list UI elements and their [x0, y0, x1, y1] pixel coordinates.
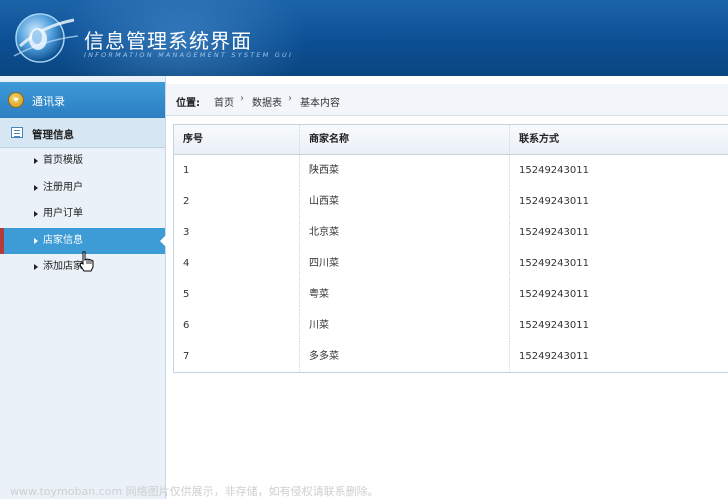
section-label: 管理信息: [32, 129, 74, 141]
cell-contact: 15249243011: [519, 289, 589, 300]
column-header-contact[interactable]: 联系方式: [510, 125, 728, 154]
cell-store-name: 北京菜: [300, 217, 510, 248]
caret-right-icon: [34, 184, 38, 191]
cell-index: 2: [174, 186, 300, 217]
sidebar-contacts-header[interactable]: 通讯录: [0, 82, 165, 118]
watermark-text: www.toymoban.com 网络图片仅供展示，非存储，如有侵权请联系删除。: [10, 485, 379, 498]
cell-index: 4: [174, 248, 300, 279]
table-row[interactable]: 1 陕西菜 15249243011: [174, 155, 728, 186]
cell-store-name: 川菜: [300, 310, 510, 341]
column-header-store-name[interactable]: 商家名称: [300, 125, 510, 154]
sidebar-item-label: 添加店家: [43, 261, 83, 272]
cell-contact: 15249243011: [519, 196, 589, 207]
cell-contact: 15249243011: [519, 320, 589, 331]
breadcrumb: 位置: 首页 › 数据表 › 基本内容: [166, 84, 728, 116]
cell-index: 1: [174, 155, 300, 186]
cell-store-name: 四川菜: [300, 248, 510, 279]
caret-right-icon: [34, 264, 38, 270]
sidebar-item-label: 店家信息: [43, 234, 83, 246]
cell-contact: 15249243011: [519, 165, 589, 176]
table-header-row: 序号 商家名称 联系方式: [174, 125, 728, 155]
sidebar-item-user-orders[interactable]: 用户订单: [0, 201, 165, 228]
cell-store-name: 多多菜: [300, 341, 510, 372]
table-row[interactable]: 7 多多菜 15249243011: [174, 341, 728, 372]
cell-index: 3: [174, 217, 300, 248]
breadcrumb-separator-icon: ›: [288, 93, 292, 104]
table-body: 1 陕西菜 15249243011 2 山西菜 15249243011 3 北京…: [174, 155, 728, 372]
cell-index: 5: [174, 279, 300, 310]
chevron-down-circle-icon: [8, 92, 24, 108]
app-title: 信息管理系统界面: [84, 29, 252, 53]
sidebar-item-label: 首页模版: [43, 155, 83, 166]
cell-store-name: 陕西菜: [300, 155, 510, 186]
breadcrumb-position-label: 位置:: [176, 98, 200, 109]
table-row[interactable]: 5 粤菜 15249243011: [174, 279, 728, 310]
column-header-index[interactable]: 序号: [174, 125, 300, 154]
hand-cursor-icon: [79, 251, 94, 272]
data-table: 序号 商家名称 联系方式 1 陕西菜 15249243011 2 山西菜 152…: [173, 124, 728, 373]
cell-contact: 15249243011: [519, 227, 589, 238]
cell-contact: 15249243011: [519, 351, 589, 362]
breadcrumb-datatable-link[interactable]: 数据表: [252, 94, 282, 109]
contacts-label: 通讯录: [32, 95, 65, 108]
cell-index: 6: [174, 310, 300, 341]
globe-logo-icon: [13, 13, 79, 63]
sidebar-section-header[interactable]: 管理信息: [0, 118, 165, 148]
sidebar-item-label: 注册用户: [43, 181, 83, 193]
sidebar-item-label: 用户订单: [43, 208, 83, 219]
cell-contact: 15249243011: [519, 258, 589, 269]
app-header: 信息管理系统界面 INFORMATION MANAGEMENT SYSTEM G…: [0, 0, 728, 76]
breadcrumb-separator-icon: ›: [240, 93, 244, 104]
caret-right-icon: [34, 211, 38, 217]
caret-right-icon: [34, 158, 38, 164]
breadcrumb-current: 基本内容: [300, 98, 340, 109]
caret-right-icon: [34, 237, 38, 244]
app-subtitle: INFORMATION MANAGEMENT SYSTEM GUI: [84, 51, 294, 59]
sidebar: 通讯录 管理信息 首页模版 注册用户 用户订单 店家信息 添加店家: [0, 76, 166, 499]
sidebar-item-registered-users[interactable]: 注册用户: [0, 175, 165, 202]
list-icon: [11, 127, 23, 138]
table-row[interactable]: 4 四川菜 15249243011: [174, 248, 728, 279]
cell-index: 7: [174, 341, 300, 372]
breadcrumb-home-link[interactable]: 首页: [214, 94, 234, 109]
cell-store-name: 粤菜: [300, 279, 510, 310]
table-row[interactable]: 3 北京菜 15249243011: [174, 217, 728, 248]
cell-store-name: 山西菜: [300, 186, 510, 217]
table-row[interactable]: 6 川菜 15249243011: [174, 310, 728, 341]
sidebar-item-home-template[interactable]: 首页模版: [0, 148, 165, 175]
table-row[interactable]: 2 山西菜 15249243011: [174, 186, 728, 217]
